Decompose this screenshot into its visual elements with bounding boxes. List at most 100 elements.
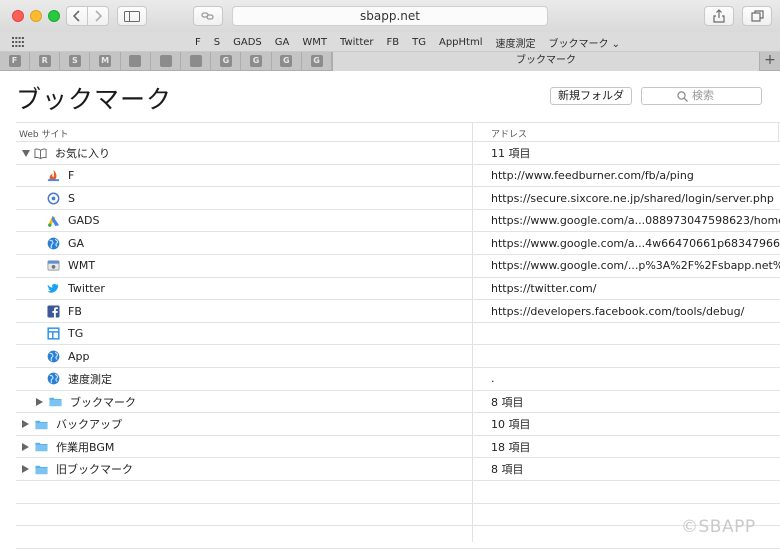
favorites-bar: F S GADS GA WMT Twitter FB TG AppHtml 速度測定 ブックマーク … (0, 32, 780, 52)
column-header-website[interactable]: Web サイト (19, 127, 68, 140)
bookmark-row[interactable]: FB https://developers.facebook.com/tools/… (16, 300, 780, 323)
favorite-item[interactable]: WMT (302, 37, 327, 48)
bookmark-name: お気に入り (55, 147, 110, 160)
bookmark-name: GA (68, 236, 85, 250)
tab-bookmarks-active[interactable]: ブックマーク (332, 52, 760, 71)
bookmarks-table: Web サイト アドレス お気に入り 11 項目 Fhttp://www.feedb… (16, 122, 780, 549)
favorite-item[interactable]: AppHtml (439, 37, 483, 48)
bookmark-name: TG (68, 327, 84, 341)
search-field[interactable]: 検索 (641, 87, 762, 105)
bookmark-name: S (68, 191, 75, 205)
zoom-window-button[interactable] (48, 10, 60, 22)
disclosure-collapsed-icon[interactable] (22, 420, 29, 429)
bookmark-name: F (68, 169, 75, 183)
back-button[interactable] (66, 6, 88, 26)
favorite-item[interactable]: 速度測定 (495, 35, 535, 50)
pinned-tab[interactable]: M (91, 52, 121, 70)
bookmark-row[interactable]: お気に入り 11 項目 (16, 142, 780, 165)
favorite-item[interactable]: TG (412, 37, 426, 48)
meter-pinned-icon (189, 55, 202, 67)
favorite-item[interactable]: ブックマーク ⌄ (548, 35, 620, 50)
favorite-item[interactable]: GA (275, 37, 290, 48)
close-window-button[interactable] (12, 10, 24, 22)
bookmark-name: 旧ブックマーク (56, 463, 133, 477)
webmaster-tools-icon (47, 260, 60, 272)
bookmark-row[interactable]: WMT https://www.google.com/...p%3A%2F%2Fs… (16, 255, 780, 278)
tab-overview-button[interactable] (742, 6, 772, 26)
pinned-tab[interactable] (151, 52, 181, 70)
r-pinned-icon: R (38, 55, 51, 67)
watermark: ©SBAPP (681, 517, 756, 537)
bookmark-name: 作業用BGM (56, 440, 115, 454)
bookmark-row[interactable]: ブックマーク 8 項目 (16, 391, 780, 414)
search-icon (677, 91, 688, 102)
sidebar-toggle-button[interactable] (117, 6, 147, 26)
twitter-bird-icon (47, 283, 60, 293)
reader-button[interactable] (193, 6, 223, 26)
disclosure-expanded-icon[interactable] (22, 149, 30, 157)
facebook-icon (47, 305, 60, 318)
bookmark-address: 8 項目 (491, 463, 524, 477)
bookmark-name: Twitter (68, 282, 105, 296)
bookmark-address: 18 項目 (491, 440, 531, 454)
favorite-item[interactable]: S (214, 37, 220, 48)
bookmark-name: GADS (68, 214, 100, 228)
favorites-items: F S GADS GA WMT Twitter FB TG AppHtml 速度測定 ブックマーク … (195, 32, 633, 52)
folder-icon (35, 465, 48, 474)
bookmark-row[interactable]: 速度測定. (16, 368, 780, 391)
pinned-tab[interactable] (181, 52, 212, 70)
bookmark-row[interactable]: GADS https://www.google.com/a...088973047… (16, 210, 780, 233)
pinned-tab[interactable]: G (211, 52, 242, 70)
pinned-tab[interactable] (121, 52, 151, 70)
s-pinned-icon: S (68, 55, 81, 67)
favorite-item[interactable]: FB (387, 37, 400, 48)
pinned-tab[interactable]: F (0, 52, 30, 70)
favorite-item[interactable]: GADS (233, 37, 262, 48)
disclosure-collapsed-icon[interactable] (22, 465, 29, 474)
share-button[interactable] (704, 6, 734, 26)
column-header-address[interactable]: アドレス (491, 127, 527, 140)
bookmark-row[interactable]: Twitter https://twitter.com/ (16, 278, 780, 301)
empty-row (16, 504, 780, 527)
bookmark-address: https://twitter.com/ (491, 282, 597, 296)
tab-strip: F R S M G G G G ブックマーク + (0, 52, 780, 71)
bookmark-address: https://www.google.com/a...0889730475986… (491, 214, 780, 228)
sidebar-icon (124, 10, 140, 22)
bookmark-row[interactable]: 作業用BGM 18 項目 (16, 436, 780, 459)
address-bar[interactable]: sbapp.net (232, 6, 548, 26)
folder-icon (49, 397, 62, 407)
disclosure-collapsed-icon[interactable] (22, 442, 29, 451)
bookmark-row[interactable]: 旧ブックマーク 8 項目 (16, 458, 780, 481)
folder-icon (35, 420, 48, 429)
bookmark-row[interactable]: TG (16, 323, 780, 346)
table-header: Web サイト アドレス (16, 122, 780, 142)
favorite-item[interactable]: F (195, 37, 201, 48)
minimize-window-button[interactable] (30, 10, 42, 22)
forward-button[interactable] (87, 6, 109, 26)
sixcore-icon (47, 192, 60, 205)
new-tab-button[interactable]: + (760, 52, 780, 70)
pinned-tab[interactable]: G (272, 52, 302, 70)
bookmark-address: http://www.feedburner.com/fb/a/ping (491, 169, 694, 183)
bookmark-row[interactable]: GA https://www.google.com/a...4w66470661p… (16, 232, 780, 255)
pinned-tab[interactable]: S (60, 52, 91, 70)
pinned-tab[interactable]: R (30, 52, 61, 70)
bookmark-name: ブックマーク (70, 395, 136, 409)
bookmark-row[interactable]: バックアップ 10 項目 (16, 413, 780, 436)
disclosure-collapsed-icon[interactable] (36, 397, 43, 406)
favorite-item[interactable]: Twitter (340, 37, 374, 48)
top-sites-grid-icon[interactable] (12, 37, 24, 47)
search-placeholder: 検索 (692, 89, 714, 102)
pinned-tab[interactable]: G (302, 52, 332, 70)
globe-icon (47, 350, 60, 363)
bookmark-address: 8 項目 (491, 395, 524, 409)
pinned-tab[interactable]: G (242, 52, 272, 70)
bookmark-row[interactable]: App (16, 345, 780, 368)
bookmark-name: 速度測定 (68, 372, 112, 386)
bookmark-row[interactable]: Shttps://secure.sixcore.ne.jp/shared/log… (16, 187, 780, 210)
new-folder-button[interactable]: 新規フォルダ (550, 87, 632, 105)
g-pinned-icon: G (219, 55, 232, 67)
bookmark-row[interactable]: Fhttp://www.feedburner.com/fb/a/ping (16, 165, 780, 188)
empty-row (16, 526, 780, 549)
m-pinned-icon: M (99, 55, 112, 67)
